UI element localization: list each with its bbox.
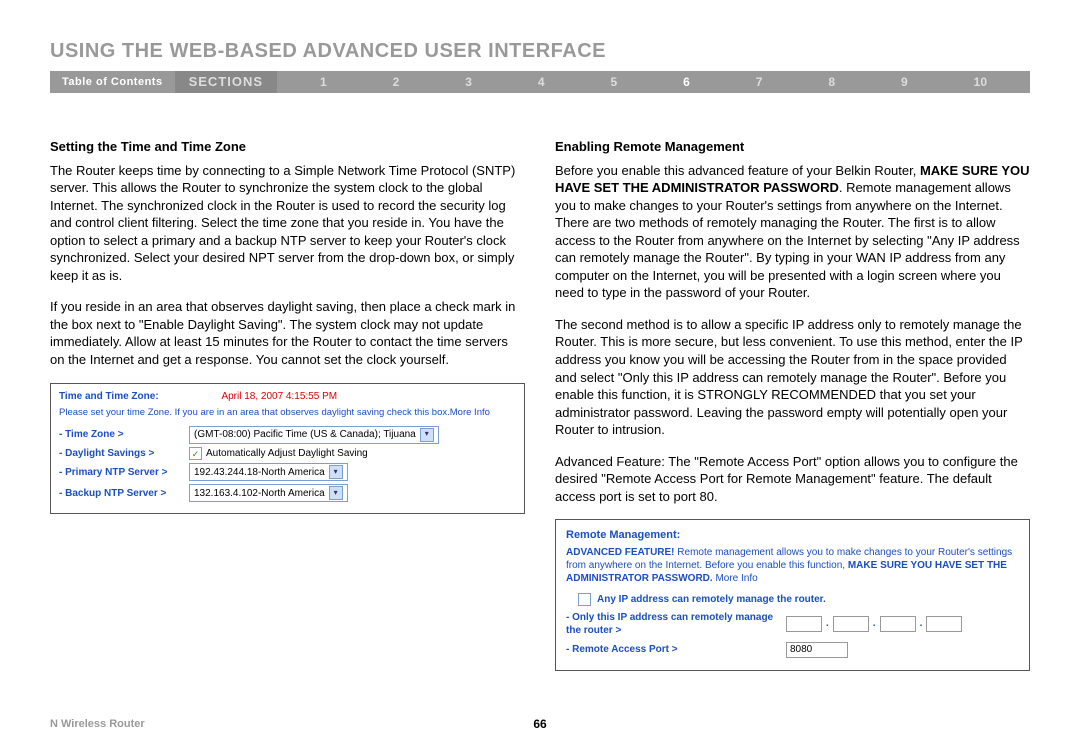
ip-octet-2[interactable]: [833, 616, 869, 632]
section-numbers: 1 2 3 4 5 6 7 8 9 10: [277, 75, 1030, 89]
section-link-5[interactable]: 5: [611, 75, 618, 89]
section-link-10[interactable]: 10: [974, 75, 987, 89]
primary-ntp-select[interactable]: 192.43.244.18-North America ▾: [189, 463, 348, 481]
backup-ntp-value: 132.163.4.102-North America: [194, 487, 325, 501]
left-column: Setting the Time and Time Zone The Route…: [50, 138, 525, 671]
timezone-value: (GMT-08:00) Pacific Time (US & Canada); …: [194, 428, 416, 442]
timezone-select[interactable]: (GMT-08:00) Pacific Time (US & Canada); …: [189, 426, 439, 444]
onlyip-label: - Only this IP address can remotely mana…: [566, 611, 786, 638]
remote-management-panel: Remote Management: ADVANCED FEATURE! Rem…: [555, 519, 1030, 670]
page-footer: N Wireless Router 66: [50, 718, 1030, 730]
timezone-note: Please set your time Zone. If you are in…: [59, 407, 516, 420]
section-link-3[interactable]: 3: [465, 75, 472, 89]
daylight-text: Automatically Adjust Daylight Saving: [206, 447, 368, 461]
section-link-4[interactable]: 4: [538, 75, 545, 89]
time-heading: Setting the Time and Time Zone: [50, 138, 525, 156]
ip-octet-4[interactable]: [926, 616, 962, 632]
remote-panel-desc: ADVANCED FEATURE! Remote management allo…: [566, 546, 1019, 585]
section-navbar: Table of Contents SECTIONS 1 2 3 4 5 6 7…: [50, 71, 1030, 93]
anyip-checkbox[interactable]: [578, 593, 591, 606]
chevron-down-icon: ▾: [420, 428, 434, 442]
time-paragraph-2: If you reside in an area that observes d…: [50, 298, 525, 368]
chevron-down-icon: ▾: [329, 486, 343, 500]
daylight-checkbox[interactable]: ✓: [189, 447, 202, 460]
chevron-down-icon: ▾: [329, 465, 343, 479]
time-paragraph-1: The Router keeps time by connecting to a…: [50, 162, 525, 285]
timezone-label: - Time Zone >: [59, 428, 189, 442]
remote-paragraph-2: The second method is to allow a specific…: [555, 316, 1030, 439]
section-link-8[interactable]: 8: [828, 75, 835, 89]
right-column: Enabling Remote Management Before you en…: [555, 138, 1030, 671]
sections-label: SECTIONS: [175, 71, 277, 93]
section-link-2[interactable]: 2: [393, 75, 400, 89]
current-datetime: April 18, 2007 4:15:55 PM: [221, 391, 337, 402]
toc-link[interactable]: Table of Contents: [50, 76, 175, 88]
backup-ntp-label: - Backup NTP Server >: [59, 487, 189, 501]
section-link-7[interactable]: 7: [756, 75, 763, 89]
time-zone-panel: Time and Time Zone: April 18, 2007 4:15:…: [50, 383, 525, 515]
page-title: USING THE WEB-BASED ADVANCED USER INTERF…: [50, 40, 1030, 63]
remote-paragraph-3: Advanced Feature: The "Remote Access Por…: [555, 453, 1030, 506]
daylight-label: - Daylight Savings >: [59, 447, 189, 461]
remote-heading: Enabling Remote Management: [555, 138, 1030, 156]
section-link-6[interactable]: 6: [683, 75, 690, 89]
ip-octet-1[interactable]: [786, 616, 822, 632]
primary-ntp-label: - Primary NTP Server >: [59, 466, 189, 480]
footer-product: N Wireless Router: [50, 718, 145, 730]
ip-octet-3[interactable]: [880, 616, 916, 632]
anyip-label: Any IP address can remotely manage the r…: [597, 593, 826, 607]
page-number: 66: [533, 717, 546, 731]
backup-ntp-select[interactable]: 132.163.4.102-North America ▾: [189, 484, 348, 502]
port-label: - Remote Access Port >: [566, 643, 786, 657]
section-link-9[interactable]: 9: [901, 75, 908, 89]
remote-panel-title: Remote Management:: [566, 528, 1019, 543]
timezone-title: Time and Time Zone:: [59, 391, 159, 402]
section-link-1[interactable]: 1: [320, 75, 327, 89]
remote-paragraph-1: Before you enable this advanced feature …: [555, 162, 1030, 302]
remote-port-input[interactable]: 8080: [786, 642, 848, 658]
primary-ntp-value: 192.43.244.18-North America: [194, 466, 325, 480]
